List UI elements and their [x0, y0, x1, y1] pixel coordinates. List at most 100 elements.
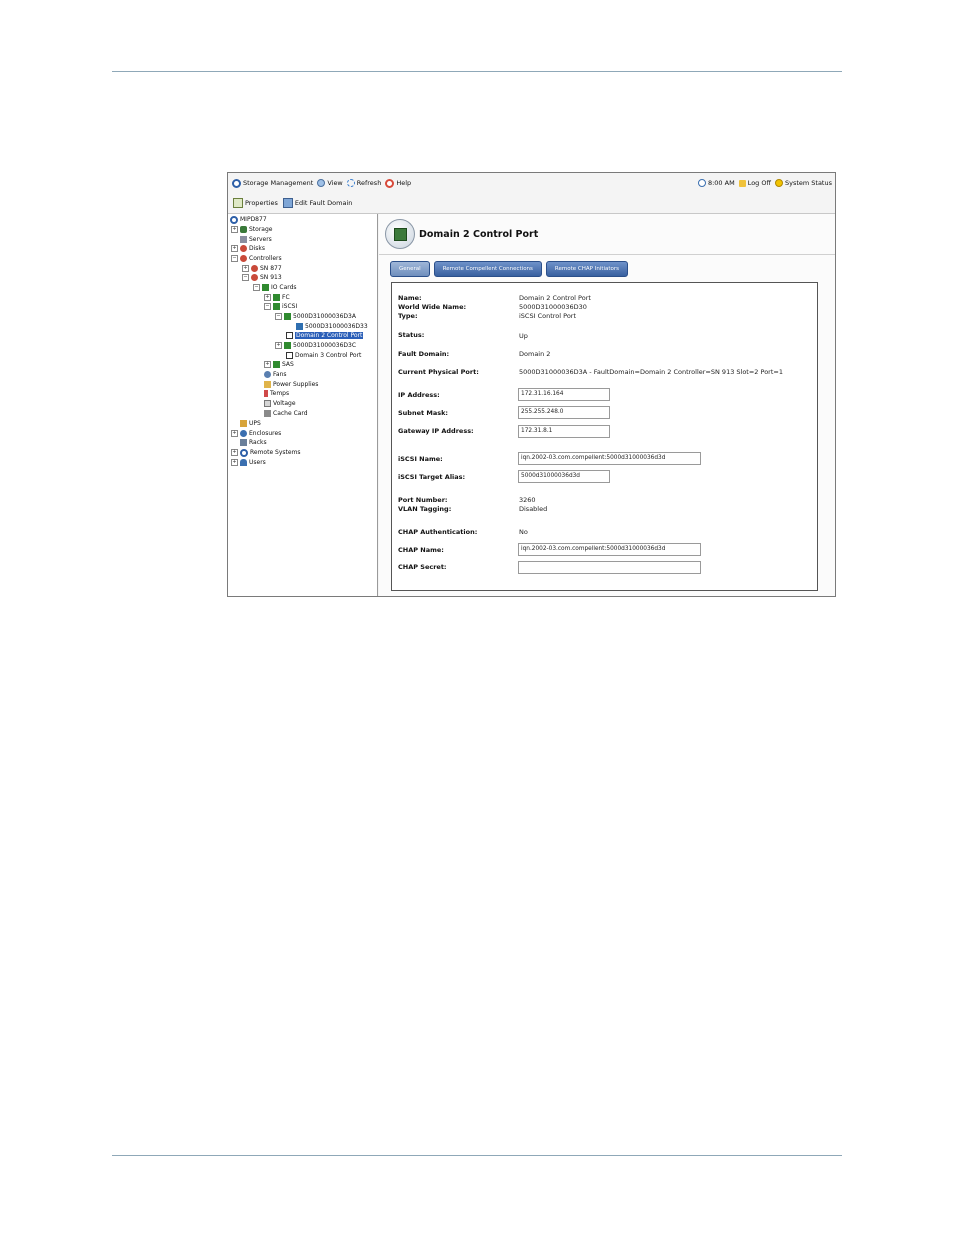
expand-toggle[interactable]: + [231, 245, 238, 252]
physical-port-value: 5000D31000036D3A - FaultDomain=Domain 2 … [519, 368, 783, 376]
expand-toggle[interactable]: + [231, 449, 238, 456]
compellent-logo-icon [230, 215, 238, 224]
collapse-toggle[interactable]: − [231, 255, 238, 262]
tree-item-temps[interactable]: Temps [264, 389, 289, 398]
tree-item-sn913[interactable]: − SN 913 [242, 273, 282, 282]
tree-item-disks[interactable]: + Disks [231, 244, 265, 253]
port-icon [284, 342, 291, 349]
expand-toggle[interactable]: + [231, 459, 238, 466]
expand-toggle[interactable]: + [231, 430, 238, 437]
port-icon [284, 313, 291, 320]
name-label: Name: [398, 294, 422, 302]
clock-icon [697, 179, 706, 187]
wwn-label: World Wide Name: [398, 303, 467, 311]
tree-item-domain-2-control-port[interactable]: Domain 2 Control Port [286, 331, 364, 340]
tree-item-servers[interactable]: Servers [240, 235, 272, 244]
servers-icon [240, 236, 247, 243]
expand-toggle[interactable]: + [242, 265, 249, 272]
compellent-logo-icon [232, 178, 241, 188]
iscsi-name-label: iSCSI Name: [398, 455, 443, 463]
ip-address-field[interactable]: 172.31.16.164 [518, 388, 610, 401]
tree-item-iscsi[interactable]: − iSCSI [264, 302, 297, 311]
tree-item-io-cards[interactable]: − IO Cards [253, 283, 297, 292]
power-supply-icon [264, 381, 271, 388]
tab-remote-chap-initiators[interactable]: Remote CHAP Initiators [545, 261, 629, 277]
tree-item-remote-systems[interactable]: + Remote Systems [231, 448, 301, 457]
collapse-toggle[interactable]: − [264, 303, 271, 310]
detail-header: Domain 2 Control Port [379, 214, 835, 255]
tree-item-voltage[interactable]: Voltage [264, 399, 296, 408]
vlan-tagging-label: VLAN Tagging: [398, 505, 452, 513]
properties-icon [233, 198, 243, 208]
menu-bar: Storage Management View Refresh Help 8:0… [228, 173, 835, 193]
expand-toggle[interactable]: + [231, 226, 238, 233]
chap-name-label: CHAP Name: [398, 546, 444, 554]
iscsi-name-field[interactable]: iqn.2002-03.com.compellent:5000d31000036… [518, 452, 701, 465]
chap-auth-label: CHAP Authentication: [398, 528, 478, 536]
tree-item-storage[interactable]: + Storage [231, 225, 272, 234]
control-port-icon [286, 332, 293, 339]
expand-toggle[interactable]: + [275, 342, 282, 349]
tree-item-power-supplies[interactable]: Power Supplies [264, 380, 318, 389]
tree-item-users[interactable]: + Users [231, 458, 266, 467]
tree-item-port-3a[interactable]: − 5000D31000036D3A [275, 312, 356, 321]
application-window: Storage Management View Refresh Help 8:0… [227, 172, 836, 597]
tree-item-sn877[interactable]: + SN 877 [242, 264, 282, 273]
enclosures-icon [240, 430, 247, 437]
collapse-toggle[interactable]: − [275, 313, 282, 320]
collapse-toggle[interactable]: − [253, 284, 260, 291]
chap-secret-field[interactable] [518, 561, 701, 574]
type-value: iSCSI Control Port [519, 312, 577, 320]
disks-icon [240, 245, 247, 252]
controller-icon [251, 274, 258, 281]
tab-general[interactable]: General [390, 261, 430, 277]
voltage-icon [264, 400, 271, 407]
storage-icon [240, 226, 247, 233]
edit-fault-domain-button[interactable]: Edit Fault Domain [282, 198, 352, 208]
tree-item-port-33[interactable]: 5000D31000036D33 [296, 322, 368, 331]
port-icon [296, 323, 303, 330]
status-label: Status: [398, 331, 425, 339]
toolbar: Properties Edit Fault Domain [228, 193, 835, 214]
menu-refresh[interactable]: Refresh [346, 179, 381, 187]
fault-domain-value: Domain 2 [519, 350, 551, 358]
tree-item-fans[interactable]: Fans [264, 370, 287, 379]
name-value: Domain 2 Control Port [519, 294, 591, 302]
tree-item-racks[interactable]: Racks [240, 438, 267, 447]
lifebuoy-icon [385, 178, 395, 188]
navigation-tree: MIPD877 + Storage Servers + Disks − Cont… [228, 214, 378, 596]
chap-auth-value: No [519, 528, 528, 536]
gateway-field[interactable]: 172.31.8.1 [518, 425, 610, 438]
menu-view[interactable]: View [317, 179, 343, 187]
properties-button[interactable]: Properties [233, 198, 278, 208]
subnet-mask-label: Subnet Mask: [398, 409, 449, 417]
tree-item-sas[interactable]: + SAS [264, 360, 294, 369]
menu-storage-management[interactable]: Storage Management [232, 178, 313, 188]
control-port-large-icon [385, 219, 415, 249]
tree-item-root[interactable]: MIPD877 [230, 215, 267, 224]
tree-item-ups[interactable]: UPS [240, 419, 261, 428]
type-label: Type: [398, 312, 418, 320]
tree-item-enclosures[interactable]: + Enclosures [231, 429, 281, 438]
menu-help[interactable]: Help [385, 178, 411, 188]
clock-display: 8:00 AM [697, 179, 735, 187]
iscsi-alias-field[interactable]: 5000d31000036d3d [518, 470, 610, 483]
tree-item-port-3c[interactable]: + 5000D31000036D3C [275, 341, 356, 350]
log-off-button[interactable]: Log Off [738, 179, 771, 187]
tree-item-cache-card[interactable]: Cache Card [264, 409, 308, 418]
subnet-mask-field[interactable]: 255.255.248.0 [518, 406, 610, 419]
system-status-button[interactable]: System Status [774, 179, 832, 187]
collapse-toggle[interactable]: − [242, 274, 249, 281]
page-title: Domain 2 Control Port [419, 229, 539, 240]
tab-remote-compellent-connections[interactable]: Remote Compellent Connections [433, 261, 542, 277]
magnifier-icon [317, 179, 326, 187]
iscsi-alias-label: iSCSI Target Alias: [398, 473, 466, 481]
tree-item-fc[interactable]: + FC [264, 293, 290, 302]
expand-toggle[interactable]: + [264, 361, 271, 368]
tree-item-controllers[interactable]: − Controllers [231, 254, 282, 263]
wwn-value: 5000D31000036D30 [519, 303, 587, 311]
tree-item-domain-3-control-port[interactable]: Domain 3 Control Port [286, 351, 361, 360]
remote-systems-icon [240, 448, 248, 457]
chap-name-field[interactable]: iqn.2002-03.com.compellent:5000d31000036… [518, 543, 701, 556]
expand-toggle[interactable]: + [264, 294, 271, 301]
